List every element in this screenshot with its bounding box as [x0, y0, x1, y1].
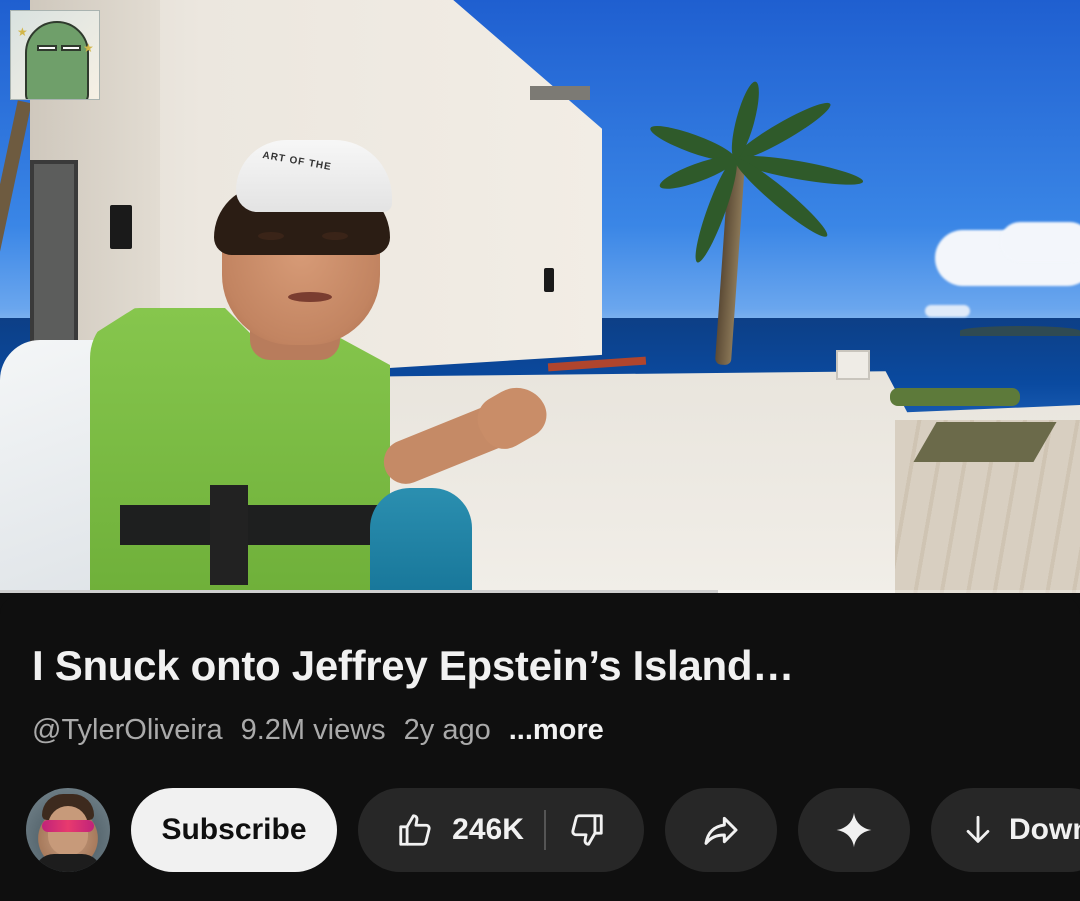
share-arrow-icon: [701, 810, 741, 850]
person-eye: [322, 232, 348, 240]
dry-bag: [370, 488, 472, 593]
subscribe-button[interactable]: Subscribe: [131, 788, 337, 872]
watermark-eye: [37, 45, 57, 51]
watermark-eye: [61, 45, 81, 51]
grass-patch: [913, 422, 1057, 462]
door: [30, 160, 78, 345]
person-mouth: [288, 292, 332, 302]
channel-watermark[interactable]: ★ ★: [10, 10, 100, 100]
thumbs-up-icon: [396, 811, 434, 849]
video-metadata-row[interactable]: @TylerOliveira 9.2M views 2y ago ...more: [32, 714, 604, 747]
share-button[interactable]: [665, 788, 777, 872]
cloud: [925, 305, 970, 317]
progress-bar[interactable]: [0, 590, 1080, 593]
hedge: [890, 388, 1020, 406]
upload-age: 2y ago: [403, 714, 491, 746]
video-player[interactable]: ART OF THE ★ ★: [0, 0, 1080, 593]
thumbs-down-icon: [568, 811, 606, 849]
channel-avatar[interactable]: [26, 788, 110, 872]
avatar-sunglasses: [42, 820, 94, 832]
download-label: Down: [1009, 813, 1080, 846]
sparkle-icon: [835, 811, 873, 849]
channel-handle[interactable]: @TylerOliveira: [32, 714, 223, 747]
vest-strap: [120, 505, 410, 545]
palm-trunk-left: [0, 100, 32, 270]
video-title[interactable]: I Snuck onto Jeffrey Epstein’s Island…: [32, 642, 794, 690]
wall-lamp: [544, 268, 554, 292]
avatar-shirt: [34, 854, 102, 872]
planter-box: [836, 350, 870, 380]
roof-rail: [530, 86, 590, 100]
cloud: [1000, 222, 1080, 262]
like-button[interactable]: 246K: [396, 811, 544, 849]
white-cap: [236, 140, 392, 212]
distant-island: [960, 326, 1080, 336]
person-eye: [258, 232, 284, 240]
download-button[interactable]: Down: [931, 788, 1080, 872]
view-count: 9.2M views: [240, 714, 386, 746]
watermark-character: [25, 21, 89, 99]
dislike-button[interactable]: [546, 811, 606, 849]
star-icon: ★: [17, 25, 28, 39]
vest-buckle: [210, 485, 248, 585]
download-arrow-icon: [961, 813, 995, 847]
ask-ai-button[interactable]: [798, 788, 910, 872]
wall-lamp: [110, 205, 132, 249]
like-count: 246K: [452, 813, 524, 846]
star-icon: ★: [83, 41, 94, 55]
action-bar: Subscribe 246K Dow: [0, 788, 1080, 872]
more-link[interactable]: ...more: [509, 714, 604, 747]
progress-bar-fill: [0, 590, 719, 593]
like-dislike-pill: 246K: [358, 788, 644, 872]
